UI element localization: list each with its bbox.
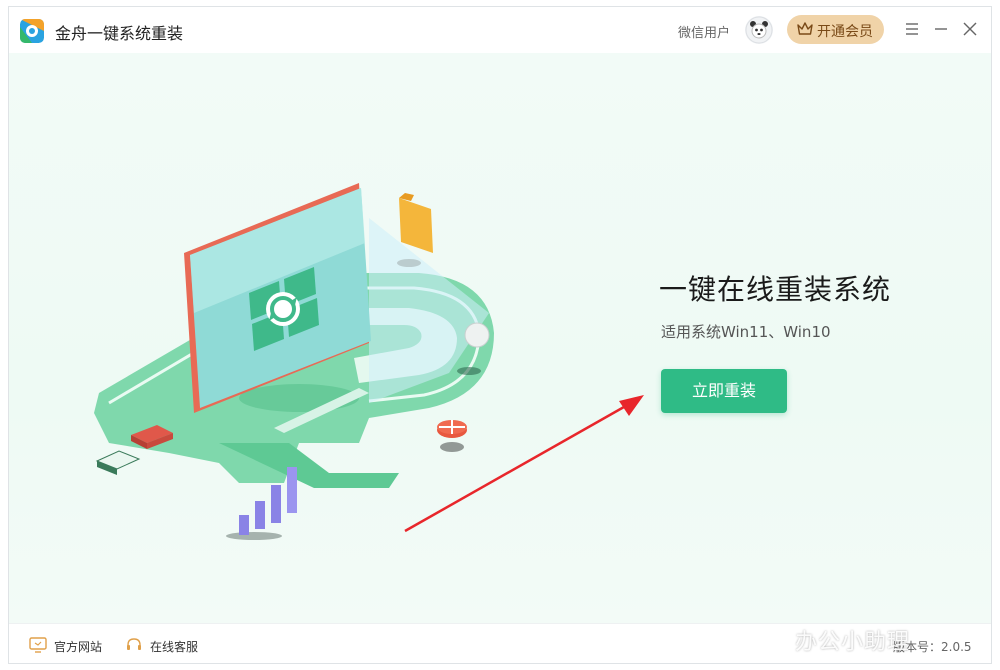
main-content: 一键在线重装系统 适用系统Win11、Win10 立即重装	[9, 53, 991, 623]
close-icon[interactable]	[960, 19, 980, 39]
app-window: 金舟一键系统重装 微信用户 开通会员 一键在线重装系统 适用系统Win11、Wi…	[8, 6, 992, 664]
supported-systems-text: 适用系统Win11、Win10	[661, 323, 831, 341]
official-website-link[interactable]: 官方网站	[29, 637, 119, 655]
online-support-label: 在线客服	[150, 640, 199, 654]
page-title: 一键在线重装系统	[659, 273, 892, 306]
title-bar: 金舟一键系统重装 微信用户 开通会员	[9, 7, 991, 54]
app-title: 金舟一键系统重装	[55, 24, 184, 43]
official-website-label: 官方网站	[54, 640, 103, 654]
watermark-text: 办公小助理	[795, 630, 911, 655]
vip-button-label: 开通会员	[817, 24, 873, 40]
headset-icon	[127, 638, 141, 650]
online-support-link[interactable]: 在线客服	[125, 637, 215, 655]
vip-button[interactable]: 开通会员	[787, 15, 884, 44]
minimize-icon[interactable]	[931, 19, 951, 39]
menu-icon[interactable]	[902, 19, 922, 39]
computer-illustration	[94, 183, 494, 540]
reinstall-now-button[interactable]: 立即重装	[661, 369, 787, 413]
crown-icon	[797, 22, 813, 35]
app-logo-icon	[20, 19, 44, 43]
monitor-icon	[29, 637, 47, 653]
footer-bar: 官方网站 在线客服 版本号：2.0.5 办公小助理	[9, 623, 991, 663]
avatar-icon[interactable]	[745, 16, 773, 44]
user-name[interactable]: 微信用户	[678, 22, 730, 41]
